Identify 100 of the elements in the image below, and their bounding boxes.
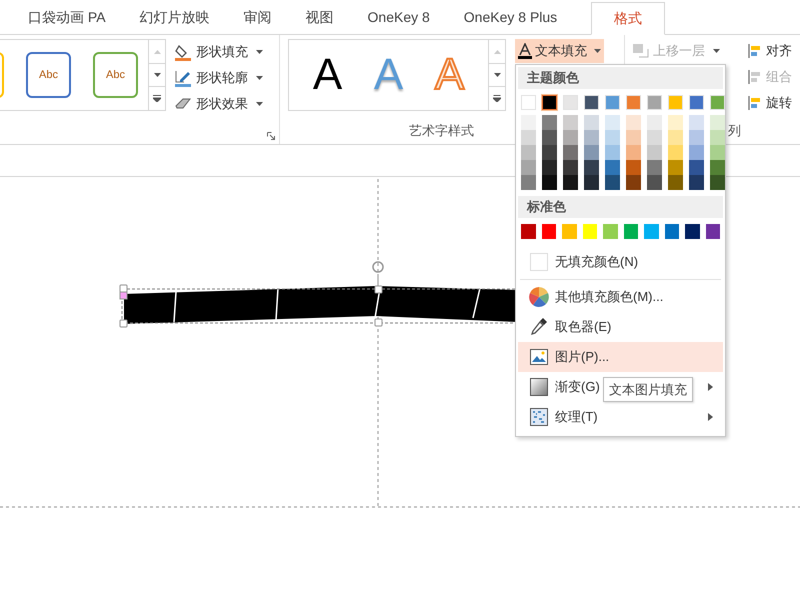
color-swatch[interactable]: [542, 115, 557, 130]
color-swatch[interactable]: [647, 145, 662, 160]
shape-command-button[interactable]: 形状轮廓: [174, 67, 263, 89]
color-swatch[interactable]: [624, 224, 638, 239]
color-swatch[interactable]: [605, 130, 620, 145]
color-swatch[interactable]: [521, 145, 536, 160]
ribbon-tab[interactable]: 幻灯片放映: [140, 1, 210, 34]
color-swatch[interactable]: [521, 175, 536, 190]
arrange-icon: [747, 95, 763, 111]
ribbon-tab[interactable]: OneKey 8 Plus: [464, 1, 558, 34]
color-swatch[interactable]: [562, 224, 576, 239]
color-swatch[interactable]: [563, 160, 578, 175]
caret-icon: [594, 49, 601, 53]
color-swatch[interactable]: [689, 175, 704, 190]
ribbon-tab[interactable]: 口袋动画 PA: [28, 1, 106, 34]
color-swatch[interactable]: [689, 130, 704, 145]
color-swatch[interactable]: [542, 145, 557, 160]
color-swatch[interactable]: [647, 130, 662, 145]
color-swatch[interactable]: [668, 175, 683, 190]
shape-command-button[interactable]: 形状效果: [174, 93, 263, 115]
color-swatch[interactable]: [521, 130, 536, 145]
color-swatch[interactable]: [626, 130, 641, 145]
color-swatch[interactable]: [584, 160, 599, 175]
color-swatch[interactable]: [563, 115, 578, 130]
menu-item[interactable]: 无填充颜色(N): [555, 252, 638, 272]
color-swatch[interactable]: [542, 160, 557, 175]
menu-item[interactable]: 其他填充颜色(M)...: [555, 287, 664, 307]
color-swatch[interactable]: [710, 130, 725, 145]
shape-style-thumbnail[interactable]: Abc: [93, 52, 138, 98]
picture-icon: [530, 349, 548, 365]
color-swatch[interactable]: [710, 160, 725, 175]
shape-style-thumbnail[interactable]: Abc: [26, 52, 71, 98]
ribbon-tab[interactable]: 审阅: [244, 1, 272, 34]
caret-icon: [256, 50, 263, 54]
color-swatch[interactable]: [605, 175, 620, 190]
color-swatch[interactable]: [689, 145, 704, 160]
color-swatch[interactable]: [563, 175, 578, 190]
shape-command-button[interactable]: 形状填充: [174, 41, 263, 63]
caret-icon: [713, 49, 720, 53]
color-swatch[interactable]: [647, 175, 662, 190]
color-swatch[interactable]: [626, 115, 641, 130]
color-swatch[interactable]: [710, 145, 725, 160]
color-swatch[interactable]: [521, 160, 536, 175]
gradient-square-icon: [530, 378, 548, 396]
color-swatch[interactable]: [605, 115, 620, 130]
color-swatch[interactable]: [664, 224, 679, 239]
color-swatch[interactable]: [668, 130, 683, 145]
menu-item[interactable]: 渐变(G): [555, 377, 600, 397]
menu-item[interactable]: 取色器(E): [555, 317, 612, 337]
menu-item[interactable]: 纹理(T): [555, 407, 598, 427]
color-swatch[interactable]: [668, 115, 683, 130]
color-swatch[interactable]: [626, 175, 641, 190]
arrange-command-button[interactable]: 对齐: [747, 39, 792, 63]
menu-section-header: 标准色: [518, 196, 723, 218]
arrange-icon: [747, 43, 763, 59]
color-swatch[interactable]: [710, 115, 725, 130]
color-swatch[interactable]: [647, 115, 662, 130]
color-swatch[interactable]: [605, 145, 620, 160]
up-arrow-icon: [154, 50, 160, 54]
color-swatch[interactable]: [647, 160, 662, 175]
ribbon-tab[interactable]: 视图: [306, 1, 334, 34]
color-swatch[interactable]: [689, 115, 704, 130]
color-swatch[interactable]: [521, 224, 536, 239]
text-color-icon: [518, 43, 532, 59]
menu-item[interactable]: 图片(P)...: [555, 347, 610, 367]
text-fill-button[interactable]: 文本填充: [515, 39, 604, 63]
color-swatch[interactable]: [710, 175, 725, 190]
wordart-sample[interactable]: A: [312, 53, 342, 97]
color-swatch[interactable]: [584, 130, 599, 145]
color-wheel-icon: [528, 287, 548, 307]
color-swatch[interactable]: [563, 130, 578, 145]
dialog-launcher-icon[interactable]: [267, 132, 275, 140]
color-swatch[interactable]: [706, 224, 720, 239]
expand-arrow-icon: [493, 95, 501, 102]
color-swatch[interactable]: [584, 175, 599, 190]
arrange-command-button[interactable]: 旋转: [747, 91, 792, 115]
color-swatch[interactable]: [626, 160, 641, 175]
layers-icon: [633, 44, 649, 58]
ribbon-tab[interactable]: OneKey 8: [368, 1, 430, 34]
color-swatch[interactable]: [644, 224, 658, 239]
color-swatch[interactable]: [626, 145, 641, 160]
color-swatch[interactable]: [542, 175, 557, 190]
color-swatch[interactable]: [582, 224, 597, 239]
up-arrow-icon: [494, 50, 500, 54]
ribbon-tab[interactable]: 格式: [591, 2, 666, 35]
color-swatch[interactable]: [542, 95, 557, 110]
color-swatch[interactable]: [584, 115, 599, 130]
color-swatch[interactable]: [563, 145, 578, 160]
color-swatch[interactable]: [605, 160, 620, 175]
color-swatch[interactable]: [689, 160, 704, 175]
color-swatch[interactable]: [668, 145, 683, 160]
color-swatch[interactable]: [521, 115, 536, 130]
color-swatch[interactable]: [668, 160, 683, 175]
color-swatch[interactable]: [584, 145, 599, 160]
color-swatch[interactable]: [542, 224, 556, 239]
color-swatch[interactable]: [603, 224, 618, 239]
caret-icon: [256, 102, 263, 106]
color-swatch[interactable]: [685, 224, 700, 239]
color-swatch[interactable]: [542, 130, 557, 145]
expand-arrow-icon: [153, 95, 161, 102]
